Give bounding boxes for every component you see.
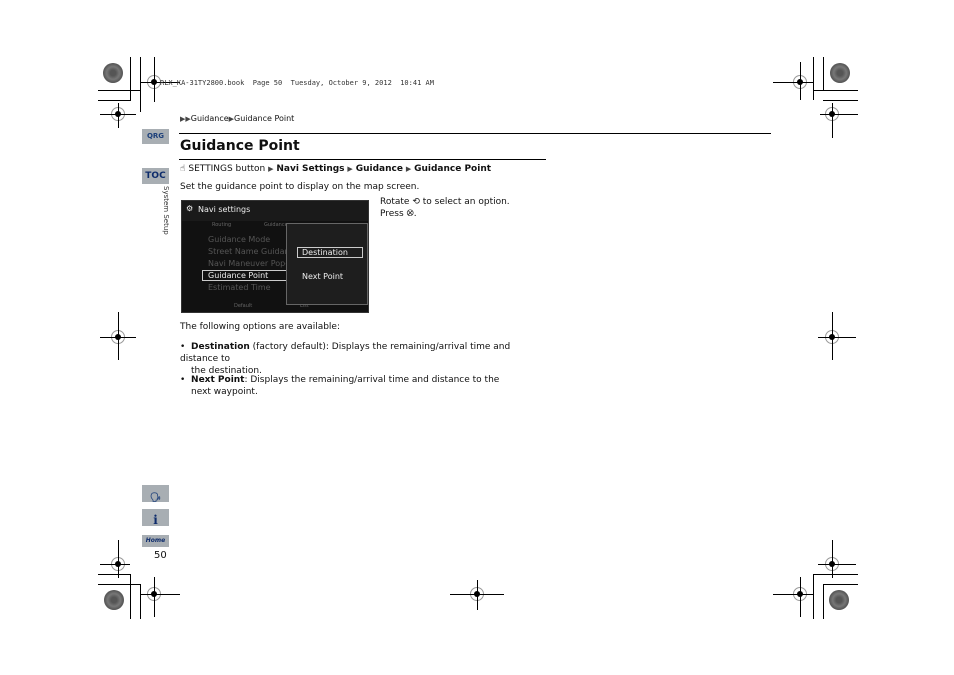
crop-mark (140, 584, 141, 619)
breadcrumb-item-guidance[interactable]: Guidance (191, 114, 229, 123)
crop-mark (823, 584, 824, 619)
crop-mark (823, 57, 824, 90)
registration-dial-top-right (830, 63, 850, 83)
crop-mark (818, 337, 856, 338)
crop-mark (832, 540, 833, 578)
crop-mark (118, 312, 119, 360)
crop-mark (98, 584, 141, 585)
crop-mark (98, 574, 131, 575)
screen-tab-routing: Routing (212, 222, 232, 228)
menu-path: ☝ SETTINGS button ▶ Navi Settings ▶ Guid… (180, 164, 491, 174)
crop-mark (130, 574, 131, 619)
path-separator: ▶ (347, 165, 353, 173)
path-separator: ▶ (268, 165, 274, 173)
option-next-point: • Next Point: Displays the remaining/arr… (180, 375, 500, 397)
registration-dial-top-left (103, 63, 123, 83)
screen-footer-default: Default (234, 303, 253, 309)
path-separator: ▶ (405, 165, 412, 173)
screen-menu-item: Navi Maneuver Pop-up (208, 259, 299, 268)
crop-mark (813, 574, 858, 575)
screen-header-title: Navi settings (198, 205, 251, 214)
header-rule (179, 133, 771, 134)
info-button[interactable]: i (142, 509, 169, 527)
options-intro: The following options are available: (180, 322, 341, 332)
home-icon: Home (145, 537, 166, 544)
crop-mark (813, 90, 858, 91)
title-rule (179, 159, 546, 160)
crop-mark (773, 594, 813, 595)
crop-mark (98, 100, 131, 101)
press-instruction: Press ⭙. (380, 209, 417, 219)
option-name: Next Point (191, 375, 245, 385)
registration-dial-bottom-left (104, 590, 124, 610)
crop-mark (818, 564, 856, 565)
crop-mark (773, 82, 813, 83)
crop-mark (823, 100, 858, 101)
registration-dial-bottom-right (829, 590, 849, 610)
option-popup: Destination Next Point (286, 223, 368, 305)
info-icon: i (153, 513, 158, 527)
breadcrumb-item-guidance-point[interactable]: Guidance Point (234, 114, 294, 123)
crop-mark (130, 57, 131, 100)
breadcrumb-prefix-arrows: ▶▶ (180, 115, 191, 123)
crop-mark (118, 103, 119, 128)
voice-command-icon: 🗣 (149, 493, 162, 503)
option-destination: • Destination (factory default): Display… (180, 342, 511, 376)
popup-option-next-point: Next Point (302, 272, 344, 281)
intro-text: Set the guidance point to display on the… (180, 182, 420, 192)
print-metadata: RLX_KA-31TY2800.book Page 50 Tuesday, Oc… (160, 79, 434, 87)
navi-settings-screenshot: ⚙ Navi settings Routing Guidance Guidanc… (181, 200, 369, 313)
home-button[interactable]: Home (142, 535, 169, 547)
interface-dial-press-icon: ⭙ (406, 209, 414, 219)
path-start: SETTINGS button (188, 164, 266, 174)
crop-mark (154, 57, 155, 102)
crop-mark (832, 103, 833, 138)
crop-mark (813, 574, 814, 619)
crop-mark (477, 580, 478, 610)
voice-command-button[interactable]: 🗣 (142, 485, 169, 503)
screen-menu-item: Estimated Time (208, 283, 271, 292)
crop-mark (140, 57, 141, 112)
path-step-navi-settings: Navi Settings (276, 164, 345, 174)
crop-mark (813, 57, 814, 100)
crop-mark (820, 114, 858, 115)
interface-dial-rotate-icon: ⟲ (412, 197, 420, 207)
breadcrumb: ▶▶Guidance▶Guidance Point (180, 114, 294, 123)
rotate-instruction: Rotate ⟲ to select an option. (380, 197, 510, 207)
gear-icon: ⚙ (186, 204, 194, 213)
path-step-guidance-point: Guidance Point (414, 164, 492, 174)
toc-button[interactable]: TOC (142, 168, 169, 184)
screen-menu-item-selected: Guidance Point (202, 270, 291, 281)
section-label: System Setup (162, 186, 170, 235)
hand-press-icon: ☝ (180, 164, 186, 174)
option-name: Destination (191, 342, 250, 352)
crop-mark (832, 312, 833, 360)
crop-mark (140, 594, 180, 595)
crop-mark (154, 577, 155, 617)
screen-menu-item: Guidance Mode (208, 235, 271, 244)
page-title: Guidance Point (180, 138, 300, 154)
popup-option-destination: Destination (297, 247, 363, 258)
crop-mark (823, 584, 858, 585)
crop-mark (98, 90, 141, 91)
path-step-guidance: Guidance (355, 164, 403, 174)
screen-header: ⚙ Navi settings (182, 201, 368, 221)
crop-mark (118, 540, 119, 578)
crop-mark (800, 62, 801, 100)
crop-mark (800, 577, 801, 617)
qrg-button[interactable]: QRG (142, 129, 169, 144)
page-number: 50 (154, 550, 167, 561)
crop-mark (100, 564, 130, 565)
screen-tab-guidance: Guidance (264, 222, 288, 228)
